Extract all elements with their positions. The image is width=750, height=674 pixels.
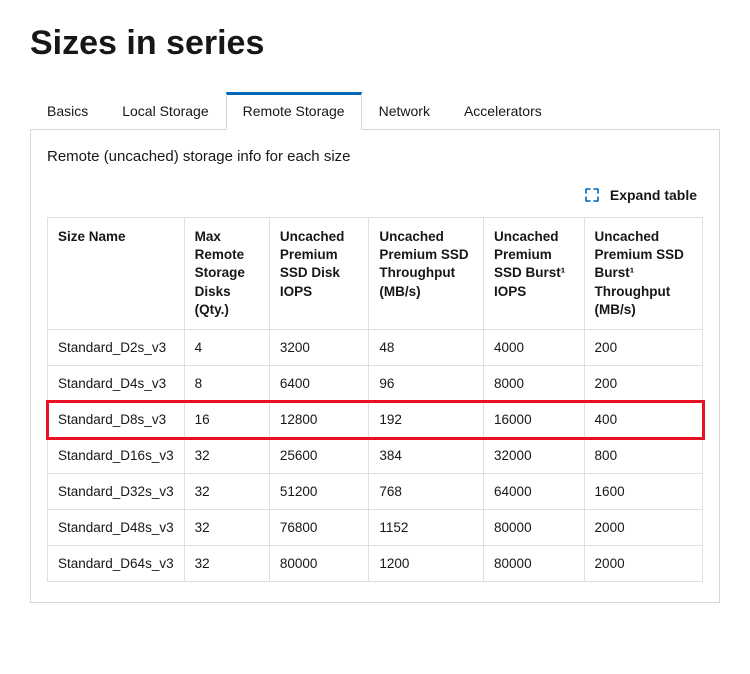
table-cell: 32: [184, 546, 269, 582]
tab-bar: Basics Local Storage Remote Storage Netw…: [30, 91, 720, 130]
table-row: Standard_D8s_v3161280019216000400: [48, 402, 703, 438]
table-cell: Standard_D4s_v3: [48, 366, 185, 402]
tab-remote-storage[interactable]: Remote Storage: [226, 92, 362, 130]
table-cell: 2000: [584, 510, 702, 546]
table-cell: 3200: [269, 330, 369, 366]
table-row: Standard_D32s_v33251200768640001600: [48, 474, 703, 510]
tab-local-storage[interactable]: Local Storage: [105, 92, 225, 130]
table-cell: 8: [184, 366, 269, 402]
table-row: Standard_D16s_v3322560038432000800: [48, 438, 703, 474]
table-cell: 800: [584, 438, 702, 474]
table-cell: 8000: [484, 366, 585, 402]
table-cell: 76800: [269, 510, 369, 546]
table-header-row: Size Name Max Remote Storage Disks (Qty.…: [48, 218, 703, 330]
table-cell: 200: [584, 330, 702, 366]
table-cell: 1600: [584, 474, 702, 510]
table-cell: 768: [369, 474, 484, 510]
table-cell: Standard_D8s_v3: [48, 402, 185, 438]
table-cell: 32: [184, 510, 269, 546]
tab-basics[interactable]: Basics: [30, 92, 105, 130]
table-cell: 32: [184, 474, 269, 510]
sizes-table: Size Name Max Remote Storage Disks (Qty.…: [47, 217, 703, 582]
table-cell: 48: [369, 330, 484, 366]
table-cell: 4: [184, 330, 269, 366]
table-cell: Standard_D48s_v3: [48, 510, 185, 546]
table-cell: 80000: [484, 510, 585, 546]
tab-network[interactable]: Network: [362, 92, 447, 130]
table-cell: 80000: [484, 546, 585, 582]
table-cell: 1152: [369, 510, 484, 546]
table-cell: 12800: [269, 402, 369, 438]
table-row: Standard_D2s_v343200484000200: [48, 330, 703, 366]
table-row: Standard_D48s_v332768001152800002000: [48, 510, 703, 546]
table-cell: 6400: [269, 366, 369, 402]
table-cell: 51200: [269, 474, 369, 510]
table-cell: 2000: [584, 546, 702, 582]
table-cell: 25600: [269, 438, 369, 474]
col-size-name: Size Name: [48, 218, 185, 330]
table-cell: 192: [369, 402, 484, 438]
table-cell: Standard_D32s_v3: [48, 474, 185, 510]
col-max-disks: Max Remote Storage Disks (Qty.): [184, 218, 269, 330]
table-cell: Standard_D16s_v3: [48, 438, 185, 474]
col-throughput: Uncached Premium SSD Throughput (MB/s): [369, 218, 484, 330]
expand-table-button[interactable]: Expand table: [47, 187, 703, 203]
table-cell: 384: [369, 438, 484, 474]
tab-panel: Remote (uncached) storage info for each …: [30, 130, 720, 603]
col-burst-iops: Uncached Premium SSD Burst¹ IOPS: [484, 218, 585, 330]
panel-description: Remote (uncached) storage info for each …: [47, 148, 703, 165]
table-row: Standard_D4s_v386400968000200: [48, 366, 703, 402]
table-cell: 200: [584, 366, 702, 402]
expand-table-label: Expand table: [610, 187, 697, 203]
tab-accelerators[interactable]: Accelerators: [447, 92, 559, 130]
table-cell: 96: [369, 366, 484, 402]
table-cell: 1200: [369, 546, 484, 582]
table-cell: 64000: [484, 474, 585, 510]
table-cell: 16000: [484, 402, 585, 438]
col-iops: Uncached Premium SSD Disk IOPS: [269, 218, 369, 330]
table-cell: 80000: [269, 546, 369, 582]
table-cell: 32: [184, 438, 269, 474]
table-row: Standard_D64s_v332800001200800002000: [48, 546, 703, 582]
expand-icon: [584, 187, 600, 203]
col-burst-throughput: Uncached Premium SSD Burst¹ Throughput (…: [584, 218, 702, 330]
table-cell: Standard_D64s_v3: [48, 546, 185, 582]
table-cell: 16: [184, 402, 269, 438]
table-cell: 4000: [484, 330, 585, 366]
table-cell: 32000: [484, 438, 585, 474]
page-title: Sizes in series: [30, 24, 720, 63]
table-cell: Standard_D2s_v3: [48, 330, 185, 366]
table-cell: 400: [584, 402, 702, 438]
